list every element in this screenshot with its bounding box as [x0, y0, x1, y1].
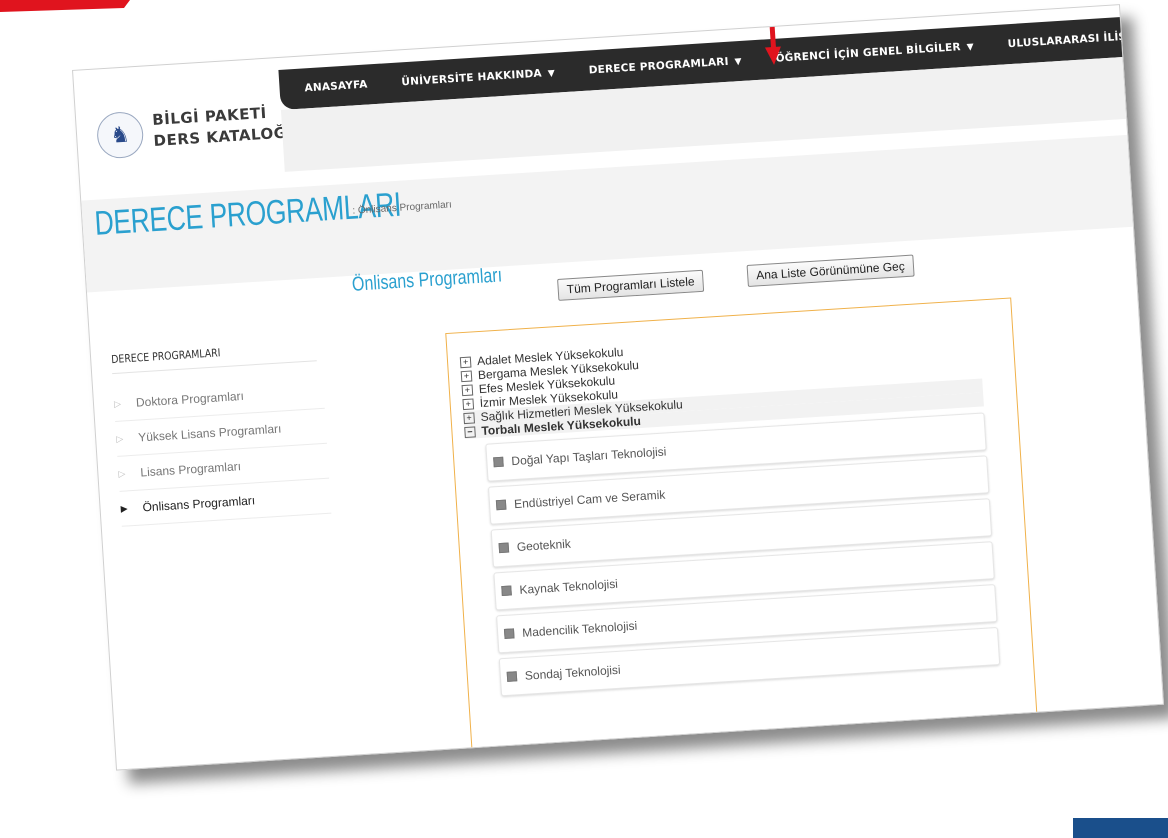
program-label: Endüstriyel Cam ve Seramik [513, 487, 666, 512]
triangle-right-icon: ▷ [115, 433, 124, 444]
university-emblem-icon: ♞ [95, 110, 145, 160]
list-all-programs-button[interactable]: Tüm Programları Listele [557, 269, 705, 301]
plus-square-icon[interactable]: + [460, 369, 473, 382]
plus-square-icon[interactable]: + [463, 411, 475, 424]
program-label: Geoteknik [516, 536, 572, 554]
sidebar-item-label: Doktora Programları [135, 388, 245, 410]
caret-down-icon: ▼ [734, 56, 743, 68]
nav-universite-hakkinda[interactable]: ÜNİVERSİTE HAKKINDA ▼ [401, 67, 555, 89]
square-bullet-icon [506, 671, 518, 682]
triangle-right-icon: ▷ [113, 398, 122, 409]
square-bullet-icon [495, 499, 507, 511]
nav-label: DERECE PROGRAMLARI [588, 55, 729, 77]
triangle-right-icon: ▶ [120, 502, 128, 514]
nav-label: ANASAYFA [304, 78, 368, 95]
square-bullet-icon [503, 628, 515, 639]
caret-down-icon: ▼ [547, 68, 556, 80]
logo-text: BİLGİ PAKETİ DERS KATALOĞU [152, 101, 300, 152]
red-arrow-icon [764, 4, 781, 65]
nav-derece-programlari[interactable]: DERECE PROGRAMLARI ▼ [588, 55, 742, 77]
main-list-view-button[interactable]: Ana Liste Görünümüne Geç [746, 254, 915, 287]
sidebar-item-label: Önlisans Programları [142, 493, 256, 515]
sidebar-item-label: Lisans Programları [139, 459, 242, 480]
nav-label: ÖĞRENCİ İÇİN GENEL BİLGİLER [775, 41, 962, 65]
program-label: Sondaj Teknolojisi [524, 662, 622, 683]
nav-anasayfa[interactable]: ANASAYFA [304, 78, 368, 94]
plus-square-icon[interactable]: + [461, 383, 474, 396]
program-label: Kaynak Teknolojisi [519, 576, 619, 597]
program-tree-panel: + Adalet Meslek Yüksekokulu + Bergama Me… [445, 297, 1039, 765]
minus-square-icon[interactable]: − [464, 425, 476, 438]
corner-blue-block [1073, 818, 1168, 838]
sidebar-heading: DERECE PROGRAMLARI [110, 346, 221, 367]
torbali-program-list: Doğal Yapı Taşları Teknolojisi Endüstriy… [485, 412, 1001, 697]
plus-square-icon[interactable]: + [459, 356, 472, 368]
plus-square-icon[interactable]: + [462, 397, 475, 410]
triangle-right-icon: ▷ [118, 467, 126, 479]
sidebar-menu: ▷ Doktora Programları ▷ Yüksek Lisans Pr… [112, 373, 332, 527]
nav-ogrenci-icin-genel-bilgiler[interactable]: ÖĞRENCİ İÇİN GENEL BİLGİLER ▼ [775, 40, 975, 65]
red-annotation-line [0, 0, 130, 12]
nav-label: ULUSLARARASI İLİŞKİLER [1007, 28, 1162, 51]
nav-uluslararasi-iliskiler[interactable]: ULUSLARARASI İLİŞKİLER▼ [1007, 28, 1164, 51]
program-label: Madencilik Teknolojisi [521, 618, 638, 640]
sidebar-item-label: Yüksek Lisans Programları [137, 421, 282, 445]
program-tree: + Adalet Meslek Yüksekokulu + Bergama Me… [459, 323, 1001, 703]
screenshot-page: ♞ BİLGİ PAKETİ DERS KATALOĞU ANASAYFA ÜN… [72, 4, 1165, 771]
square-bullet-icon [493, 456, 504, 468]
program-label: Doğal Yapı Taşları Teknolojisi [510, 444, 667, 469]
nav-label: ÜNİVERSİTE HAKKINDA [401, 67, 543, 89]
square-bullet-icon [501, 585, 512, 597]
caret-down-icon: ▼ [966, 42, 975, 53]
square-bullet-icon [498, 542, 510, 554]
